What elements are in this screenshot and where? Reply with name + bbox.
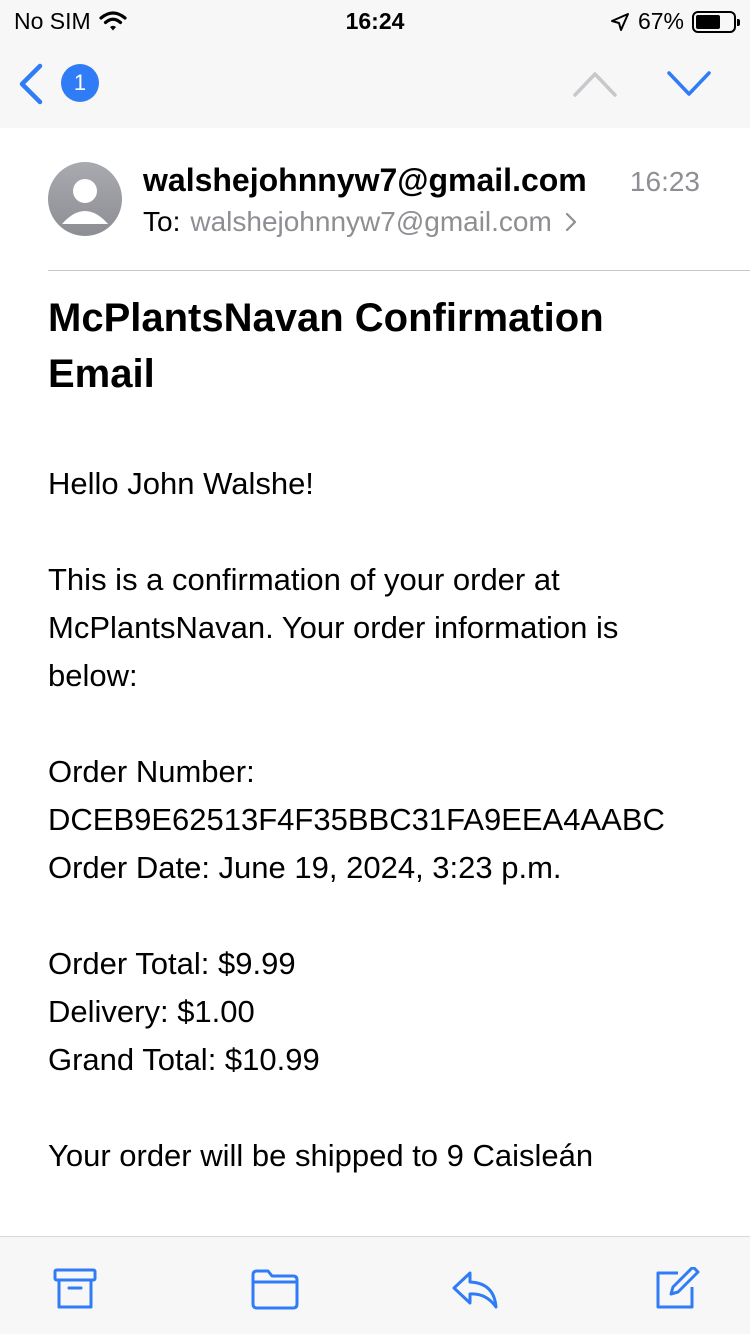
shipping-paragraph: Your order will be shipped to 9 Caisleán <box>48 1138 594 1173</box>
battery-percent: 67% <box>637 8 684 34</box>
battery-icon <box>692 10 740 33</box>
navigation-bar: 1 <box>0 40 750 128</box>
header-divider <box>48 270 750 271</box>
order-totals: Order Total: $9.99 Delivery: $1.00 Grand… <box>48 940 698 1084</box>
grand-total: Grand Total: $10.99 <box>48 1042 320 1077</box>
location-arrow-icon <box>610 12 629 31</box>
order-date: Order Date: June 19, 2024, 3:23 p.m. <box>48 850 562 885</box>
unread-count-badge[interactable]: 1 <box>61 64 99 102</box>
status-right: 67% <box>610 8 740 35</box>
order-details: Order Number: DCEB9E62513F4F35BBC31FA9EE… <box>48 748 698 892</box>
order-number: DCEB9E62513F4F35BBC31FA9EEA4AABC <box>48 802 665 837</box>
message-body: McPlantsNavan Confirmation Email Hello J… <box>48 290 698 1180</box>
archive-icon[interactable] <box>50 1267 100 1311</box>
compose-icon[interactable] <box>652 1267 702 1311</box>
sender-address[interactable]: walshejohnnyw7@gmail.com <box>143 162 587 199</box>
person-icon <box>62 179 108 224</box>
greeting: Hello John Walshe! <box>48 466 314 501</box>
status-bar: No SIM 16:24 67% <box>0 0 750 40</box>
delivery-fee: Delivery: $1.00 <box>48 994 255 1029</box>
bottom-toolbar <box>0 1236 750 1334</box>
to-label: To: <box>143 206 181 237</box>
message-header: walshejohnnyw7@gmail.com 16:23 To: walsh… <box>0 128 750 272</box>
chevron-left-icon[interactable] <box>16 62 46 106</box>
reply-icon[interactable] <box>450 1267 500 1311</box>
chevron-right-icon[interactable] <box>564 211 578 233</box>
battery-fill <box>696 14 720 29</box>
chevron-up-icon[interactable] <box>572 70 618 98</box>
order-total: Order Total: $9.99 <box>48 946 296 981</box>
folder-icon[interactable] <box>250 1267 300 1311</box>
intro-paragraph: This is a confirmation of your order at … <box>48 562 619 693</box>
sent-time: 16:23 <box>629 166 700 197</box>
order-number-label: Order Number: <box>48 754 255 789</box>
recipient-line[interactable]: To: walshejohnnyw7@gmail.com <box>143 206 578 238</box>
email-subject: McPlantsNavan Confirmation Email <box>48 296 604 396</box>
recipient-address[interactable]: walshejohnnyw7@gmail.com <box>190 206 551 238</box>
chevron-down-icon[interactable] <box>666 70 712 98</box>
avatar[interactable] <box>48 162 122 236</box>
